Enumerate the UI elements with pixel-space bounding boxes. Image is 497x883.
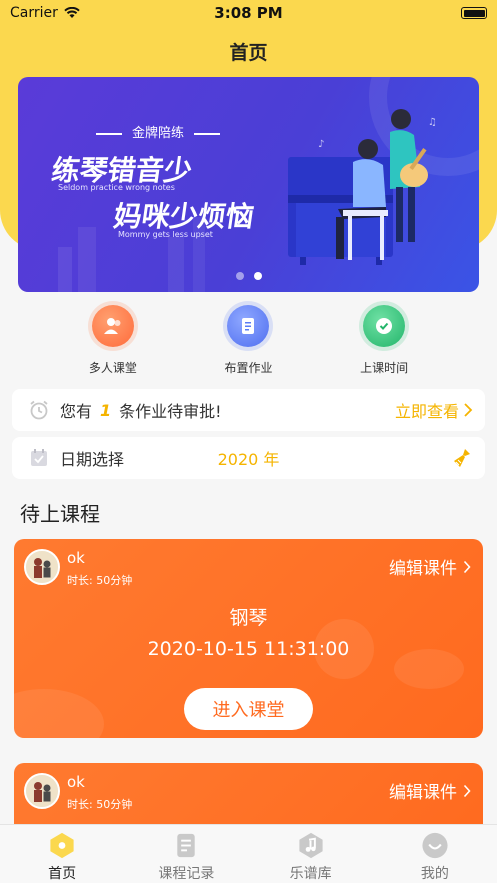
tab-sheet-music[interactable]: 乐谱库 [249, 825, 373, 883]
notice-count: 1 [100, 400, 112, 420]
lesson-duration: 时长: 50分钟 [67, 574, 133, 587]
date-picker-label: 日期选择 [60, 450, 125, 469]
enter-classroom-button[interactable]: 进入课堂 [184, 688, 313, 730]
banner-pagination[interactable] [18, 272, 479, 280]
tab-profile[interactable]: 我的 [373, 825, 497, 883]
notice-suffix: 条作业待审批! [119, 402, 222, 421]
teacher-avatar [24, 773, 60, 809]
chevron-right-icon [463, 784, 471, 797]
tab-bar: 首页 课程记录 乐谱库 我的 [0, 824, 497, 883]
quick-action-label: 多人课堂 [88, 361, 137, 375]
lesson-card[interactable]: ok 时长: 50分钟 编辑课件 钢琴 2020-10-15 11:31:00 … [14, 539, 483, 738]
lesson-datetime: 2020-10-15 11:31:00 [147, 638, 350, 660]
quick-action-class-time[interactable]: 上课时间 [334, 305, 434, 376]
banner-headline-2: 妈咪少烦恼 [111, 200, 257, 233]
view-now-link[interactable]: 立即查看 [395, 398, 473, 422]
date-picker-row[interactable]: 日期选择 2020 年 [12, 437, 485, 479]
battery-icon [461, 7, 487, 19]
promo-banner[interactable]: ♪ ♫ 金牌陪练 练琴错音少 Seldom practice wrong not… [18, 77, 479, 292]
teacher-name: ok [67, 773, 85, 791]
quick-action-assign-homework[interactable]: 布置作业 [198, 305, 298, 376]
tab-course-records[interactable]: 课程记录 [124, 825, 248, 883]
view-now-label: 立即查看 [394, 402, 459, 421]
music-library-icon [299, 832, 323, 859]
banner-caption-1: Seldom practice wrong notes [58, 183, 175, 192]
banner-caption-2: Mommy gets less upset [118, 230, 213, 239]
teacher-name: ok [67, 549, 85, 567]
banner-subtitle: 金牌陪练 [86, 122, 230, 141]
teacher-avatar [24, 549, 60, 585]
svg-text:♪: ♪ [318, 139, 324, 150]
status-bar: Carrier 3:08 PM [0, 0, 497, 26]
quick-action-group-class[interactable]: 多人课堂 [63, 305, 163, 376]
record-icon [177, 833, 196, 858]
tab-home[interactable]: 首页 [0, 825, 124, 883]
clock-time: 3:08 PM [214, 4, 283, 22]
quick-actions: 多人课堂 布置作业 上课时间 [0, 305, 497, 376]
clear-button[interactable] [451, 447, 473, 469]
document-icon [227, 305, 270, 347]
course-name: 钢琴 [229, 607, 268, 629]
homework-notice[interactable]: 您有 1 条作业待审批! 立即查看 [12, 389, 485, 431]
svg-text:♫: ♫ [428, 117, 437, 128]
home-icon [50, 832, 74, 859]
tab-label: 课程记录 [158, 866, 215, 882]
edit-courseware-button[interactable]: 编辑课件 [389, 554, 471, 579]
banner-dot[interactable] [235, 272, 244, 280]
section-title: 待上课程 [20, 502, 100, 526]
tab-label: 首页 [48, 866, 77, 882]
tab-label: 我的 [420, 866, 449, 882]
people-icon [91, 305, 134, 347]
clock-icon [363, 305, 406, 347]
calendar-icon [31, 449, 47, 466]
broom-icon [454, 449, 470, 467]
banner-dot-active[interactable] [253, 272, 262, 280]
alarm-clock-icon [30, 400, 48, 420]
notice-prefix: 您有 [60, 402, 93, 421]
chevron-right-icon [463, 560, 471, 573]
edit-courseware-label: 编辑课件 [389, 783, 457, 803]
quick-action-label: 布置作业 [224, 361, 273, 375]
profile-icon [422, 832, 448, 859]
edit-courseware-button[interactable]: 编辑课件 [389, 778, 471, 803]
chevron-right-icon [464, 403, 473, 417]
edit-courseware-label: 编辑课件 [389, 559, 457, 579]
tab-label: 乐谱库 [289, 866, 332, 882]
page-title: 首页 [229, 42, 268, 64]
lesson-duration: 时长: 50分钟 [67, 798, 133, 811]
quick-action-label: 上课时间 [360, 361, 409, 375]
